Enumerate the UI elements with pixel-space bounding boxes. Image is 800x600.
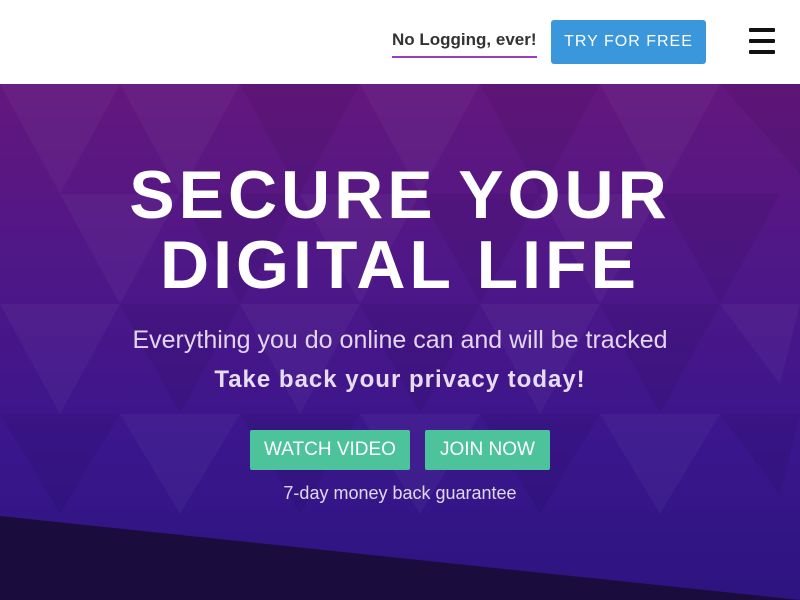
join-now-button[interactable]: JOIN NOW bbox=[425, 430, 550, 470]
headline-line-2: DIGITAL LIFE bbox=[160, 227, 640, 303]
watch-video-button[interactable]: WATCH VIDEO bbox=[250, 430, 410, 470]
hero-headline: SECURE YOUR DIGITAL LIFE bbox=[0, 160, 800, 300]
money-back-guarantee-text: 7-day money back guarantee bbox=[283, 483, 517, 503]
try-for-free-button[interactable]: TRY FOR FREE bbox=[551, 20, 706, 64]
menu-bar-line bbox=[749, 50, 775, 54]
hero-subtitle-bold: Take back your privacy today! bbox=[214, 366, 586, 393]
hero-subtitle: Everything you do online can and will be… bbox=[132, 326, 668, 354]
hero-section: SECURE YOUR DIGITAL LIFE Everything you … bbox=[0, 84, 800, 600]
hamburger-menu-icon[interactable] bbox=[749, 28, 775, 54]
menu-bar-line bbox=[749, 28, 775, 32]
no-logging-link[interactable]: No Logging, ever! bbox=[392, 30, 537, 58]
headline-line-1: SECURE YOUR bbox=[129, 157, 671, 233]
top-navigation-bar: No Logging, ever! TRY FOR FREE bbox=[0, 0, 800, 84]
menu-bar-line bbox=[749, 39, 775, 43]
